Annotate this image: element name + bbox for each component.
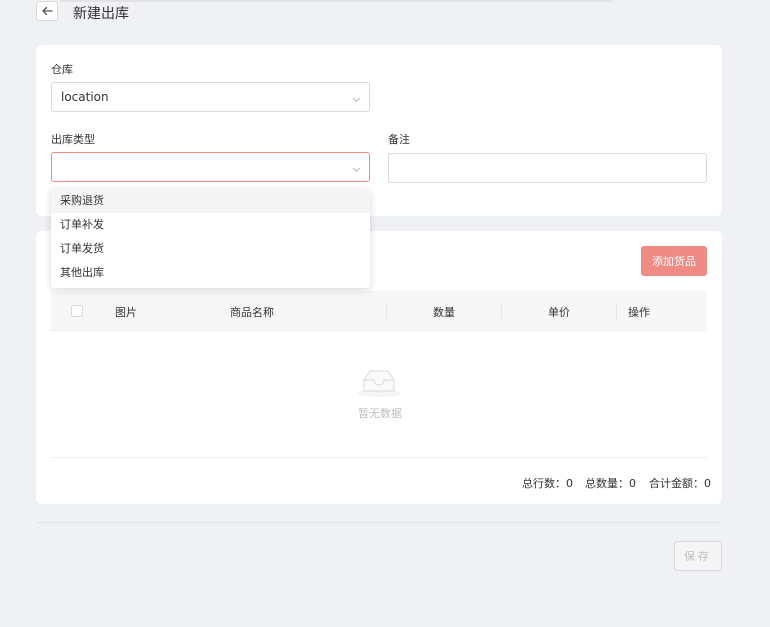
outbound-type-label: 出库类型: [51, 133, 95, 146]
select-all-checkbox[interactable]: [71, 305, 83, 317]
total-quantity: 总数量：0: [585, 477, 636, 490]
column-divider: [386, 303, 387, 319]
total-amount: 合计金额：0: [649, 477, 711, 490]
table-header: 图片 商品名称 数量 单价 操作: [51, 291, 707, 331]
remark-label: 备注: [388, 133, 410, 146]
outbound-type-dropdown: 采购退货 订单补发 订单发货 其他出库: [51, 189, 370, 288]
column-divider: [501, 303, 502, 319]
total-rows: 总行数：0: [522, 477, 573, 490]
save-button[interactable]: 保存: [674, 541, 722, 571]
column-image: 图片: [115, 306, 137, 319]
dropdown-option[interactable]: 订单补发: [51, 213, 370, 237]
column-divider: [616, 303, 617, 319]
chevron-down-icon: [352, 163, 361, 176]
column-name: 商品名称: [230, 306, 274, 319]
page-title: 新建出库: [73, 6, 129, 22]
remark-input[interactable]: [388, 153, 707, 183]
footer-divider: [36, 522, 722, 523]
column-action: 操作: [628, 306, 650, 319]
chevron-down-icon: [352, 93, 361, 106]
dropdown-option[interactable]: 订单发货: [51, 237, 370, 261]
empty-text: 暂无数据: [358, 407, 402, 420]
arrow-left-icon: [41, 6, 53, 16]
column-price: 单价: [548, 306, 570, 319]
top-strip: [60, 0, 612, 2]
back-button[interactable]: [36, 1, 58, 21]
inbox-icon: [355, 366, 403, 401]
warehouse-value: location: [61, 90, 109, 104]
dropdown-option[interactable]: 采购退货: [51, 189, 370, 213]
warehouse-label: 仓库: [51, 63, 73, 76]
table-divider: [51, 457, 707, 458]
add-goods-button[interactable]: 添加货品: [641, 246, 707, 276]
outbound-type-select[interactable]: [51, 152, 370, 182]
dropdown-option[interactable]: 其他出库: [51, 261, 370, 285]
warehouse-select[interactable]: location: [51, 82, 370, 112]
column-quantity: 数量: [433, 306, 455, 319]
